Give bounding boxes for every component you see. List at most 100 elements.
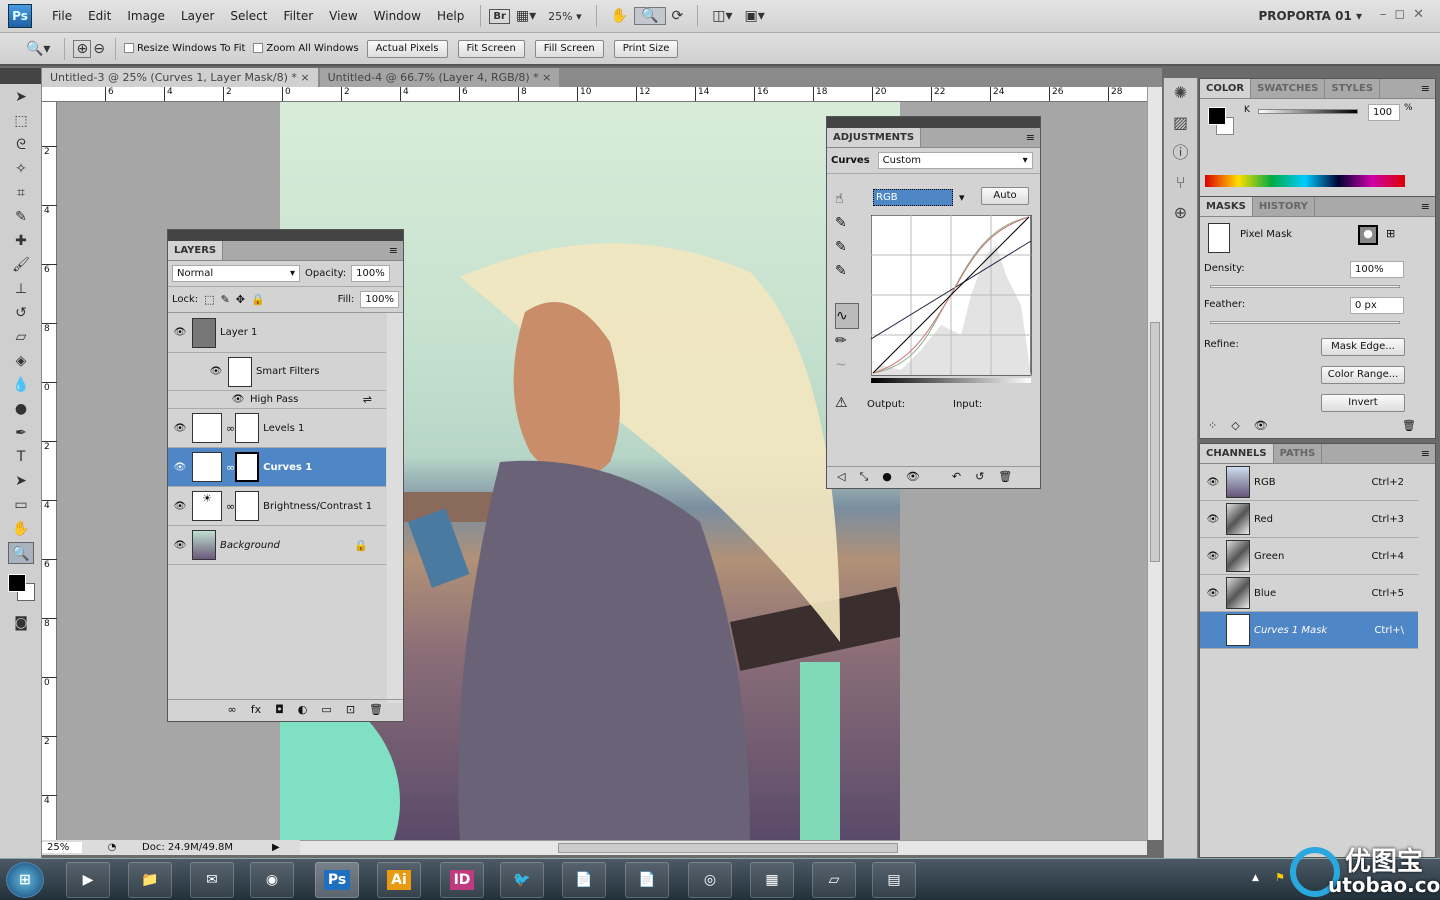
taskbar-notepad[interactable]: ▱ (812, 862, 856, 898)
channel-row-red[interactable]: 👁 Red Ctrl+3 (1200, 501, 1418, 538)
expanded-view-icon[interactable]: ⤡ (859, 470, 868, 485)
gray-point-eyedropper-icon[interactable]: ✎ (835, 235, 859, 259)
start-button[interactable]: ⊞ (6, 862, 44, 898)
taskbar-acrobat-reader[interactable]: 📄 (562, 862, 606, 898)
zoom-all-checkbox[interactable]: Zoom All Windows (253, 43, 359, 54)
taskbar-indesign[interactable]: ID (440, 862, 484, 898)
density-field[interactable]: 100% (1350, 261, 1404, 278)
menu-view[interactable]: View (321, 9, 365, 23)
tab-channels[interactable]: CHANNELS (1200, 444, 1274, 463)
brush-tool-icon[interactable]: 🖌 (8, 254, 34, 276)
menu-edit[interactable]: Edit (80, 9, 119, 23)
feather-field[interactable]: 0 px (1350, 297, 1404, 314)
vertical-scrollbar[interactable] (1147, 87, 1162, 840)
visibility-eye-icon[interactable]: 👁 (168, 423, 192, 434)
panel-title-bar[interactable] (827, 117, 1040, 128)
info-icon[interactable]: ⓘ (1164, 138, 1197, 168)
dodge-tool-icon[interactable]: ● (8, 398, 34, 420)
actual-pixels-button[interactable]: Actual Pixels (366, 39, 448, 58)
lock-position-icon[interactable]: ✥ (236, 293, 245, 306)
channel-row-green[interactable]: 👁 Green Ctrl+4 (1200, 538, 1418, 575)
pen-tool-icon[interactable]: ✒ (8, 422, 34, 444)
tab-adjustments[interactable]: ADJUSTMENTS (827, 128, 922, 147)
panel-title-bar[interactable] (168, 230, 403, 241)
foreground-color[interactable] (1208, 107, 1226, 125)
trash-icon[interactable]: 🗑 (998, 470, 1012, 485)
mask-edge-button[interactable]: Mask Edge... (1321, 338, 1405, 356)
navigator-icon[interactable]: ✺ (1164, 78, 1197, 108)
eyedropper-icon[interactable]: ✎ (8, 206, 34, 228)
visibility-eye-icon[interactable]: 👁 (906, 470, 920, 485)
shape-tool-icon[interactable]: ▭ (8, 494, 34, 516)
channel-row-blue[interactable]: 👁 Blue Ctrl+5 (1200, 575, 1418, 612)
pencil-tool-icon[interactable]: ✏ (835, 329, 859, 353)
density-slider[interactable] (1210, 285, 1400, 288)
channel-row-rgb[interactable]: 👁 RGB Ctrl+2 (1200, 464, 1418, 501)
channel-select[interactable]: RGB (873, 189, 953, 206)
apply-mask-icon[interactable]: ◇ (1231, 419, 1239, 432)
color-range-button[interactable]: Color Range... (1321, 366, 1405, 384)
taskbar-media-player[interactable]: ▶ (66, 862, 110, 898)
clipping-warning-icon[interactable]: ⚠ (835, 391, 859, 415)
vector-mask-button[interactable]: ⊞ (1386, 227, 1395, 240)
brushes-icon[interactable]: ⑂ (1164, 168, 1197, 198)
visibility-eye-icon[interactable]: 👁 (1200, 588, 1226, 599)
opacity-field[interactable]: 100% (351, 265, 390, 282)
add-mask-icon[interactable]: ◘ (275, 703, 284, 718)
blur-tool-icon[interactable]: 💧 (8, 374, 34, 396)
clone-stamp-icon[interactable]: ⊥ (8, 278, 34, 300)
tab-styles[interactable]: STYLES (1325, 79, 1381, 98)
workspace-switcher[interactable]: PROPORTA 01 ▾ (1258, 9, 1362, 23)
zoom-in-icon[interactable]: ⊕ (73, 39, 92, 58)
taskbar-illustrator[interactable]: Ai (377, 862, 421, 898)
layer-row-brightness-contrast-1[interactable]: 👁 ☀ ∞ Brightness/Contrast 1 (168, 487, 386, 526)
new-group-icon[interactable]: ▭ (321, 703, 331, 718)
visibility-eye-icon[interactable]: 👁 (1254, 419, 1268, 432)
taskbar-acrobat[interactable]: 📄 (625, 862, 669, 898)
quick-mask-icon[interactable]: ◙ (8, 612, 34, 634)
marquee-tool-icon[interactable]: ⬚ (8, 110, 34, 132)
panel-menu-icon[interactable]: ≡ (1416, 79, 1435, 98)
status-menu-arrow[interactable]: ▶ (272, 842, 280, 853)
foreground-color[interactable] (8, 574, 26, 592)
visibility-eye-icon[interactable]: 👁 (204, 366, 228, 377)
tab-layers[interactable]: LAYERS (168, 241, 224, 260)
visibility-eye-icon[interactable]: 👁 (168, 501, 192, 512)
magic-wand-icon[interactable]: ✧ (8, 158, 34, 180)
menu-help[interactable]: Help (429, 9, 472, 23)
white-point-eyedropper-icon[interactable]: ✎ (835, 259, 859, 283)
new-adjustment-icon[interactable]: ◐ (298, 703, 308, 718)
hand-tool-icon[interactable]: ✋ (8, 518, 34, 540)
visibility-eye-icon[interactable]: 👁 (1200, 514, 1226, 525)
tab-untitled-3[interactable]: Untitled-3 @ 25% (Curves 1, Layer Mask/8… (42, 68, 318, 87)
arrange-documents-icon[interactable]: ◫▾ (706, 8, 738, 24)
layer-row-curves-1[interactable]: 👁 ∞ Curves 1 (168, 448, 386, 487)
curve-point-tool-icon[interactable]: ∿ (835, 303, 859, 329)
feather-slider[interactable] (1210, 321, 1400, 324)
load-selection-icon[interactable]: ⁘ (1208, 419, 1217, 432)
color-ramp[interactable] (1205, 175, 1405, 187)
visibility-eye-icon[interactable]: 👁 (168, 540, 192, 551)
tray-arrow-icon[interactable]: ▲ (1252, 873, 1259, 883)
black-point-eyedropper-icon[interactable]: ✎ (835, 211, 859, 235)
pixel-mask-button[interactable]: ● (1358, 225, 1378, 245)
taskbar-control-panel[interactable]: ▦ (750, 862, 794, 898)
bridge-button[interactable]: Br (489, 8, 510, 24)
taskbar-thunderbird[interactable]: ✉ (190, 862, 234, 898)
layer-row-levels-1[interactable]: 👁 ∞ Levels 1 (168, 409, 386, 448)
panel-menu-icon[interactable]: ≡ (1021, 128, 1040, 147)
lock-transparency-icon[interactable]: ⬚ (204, 293, 214, 306)
auto-button[interactable]: Auto (981, 187, 1029, 205)
tab-untitled-4[interactable]: Untitled-4 @ 66.7% (Layer 4, RGB/8) * × (319, 68, 560, 87)
tools-panel-header[interactable] (0, 68, 41, 84)
taskbar-firefox[interactable]: ◉ (250, 862, 294, 898)
link-icon[interactable]: ∞ (226, 500, 235, 513)
zoom-tool-icon[interactable]: 🔍 (634, 7, 666, 25)
layer-row-smart-filters[interactable]: 👁 Smart Filters (168, 353, 386, 391)
zoom-tool-preset-icon[interactable]: 🔍▾ (20, 41, 56, 57)
visibility-eye-icon[interactable]: 👁 (168, 327, 192, 338)
view-previous-icon[interactable]: ↶ (952, 470, 961, 485)
taskbar-explorer[interactable]: 📁 (128, 862, 172, 898)
tab-paths[interactable]: PATHS (1274, 444, 1323, 463)
panel-menu-icon[interactable]: ≡ (1416, 197, 1435, 216)
